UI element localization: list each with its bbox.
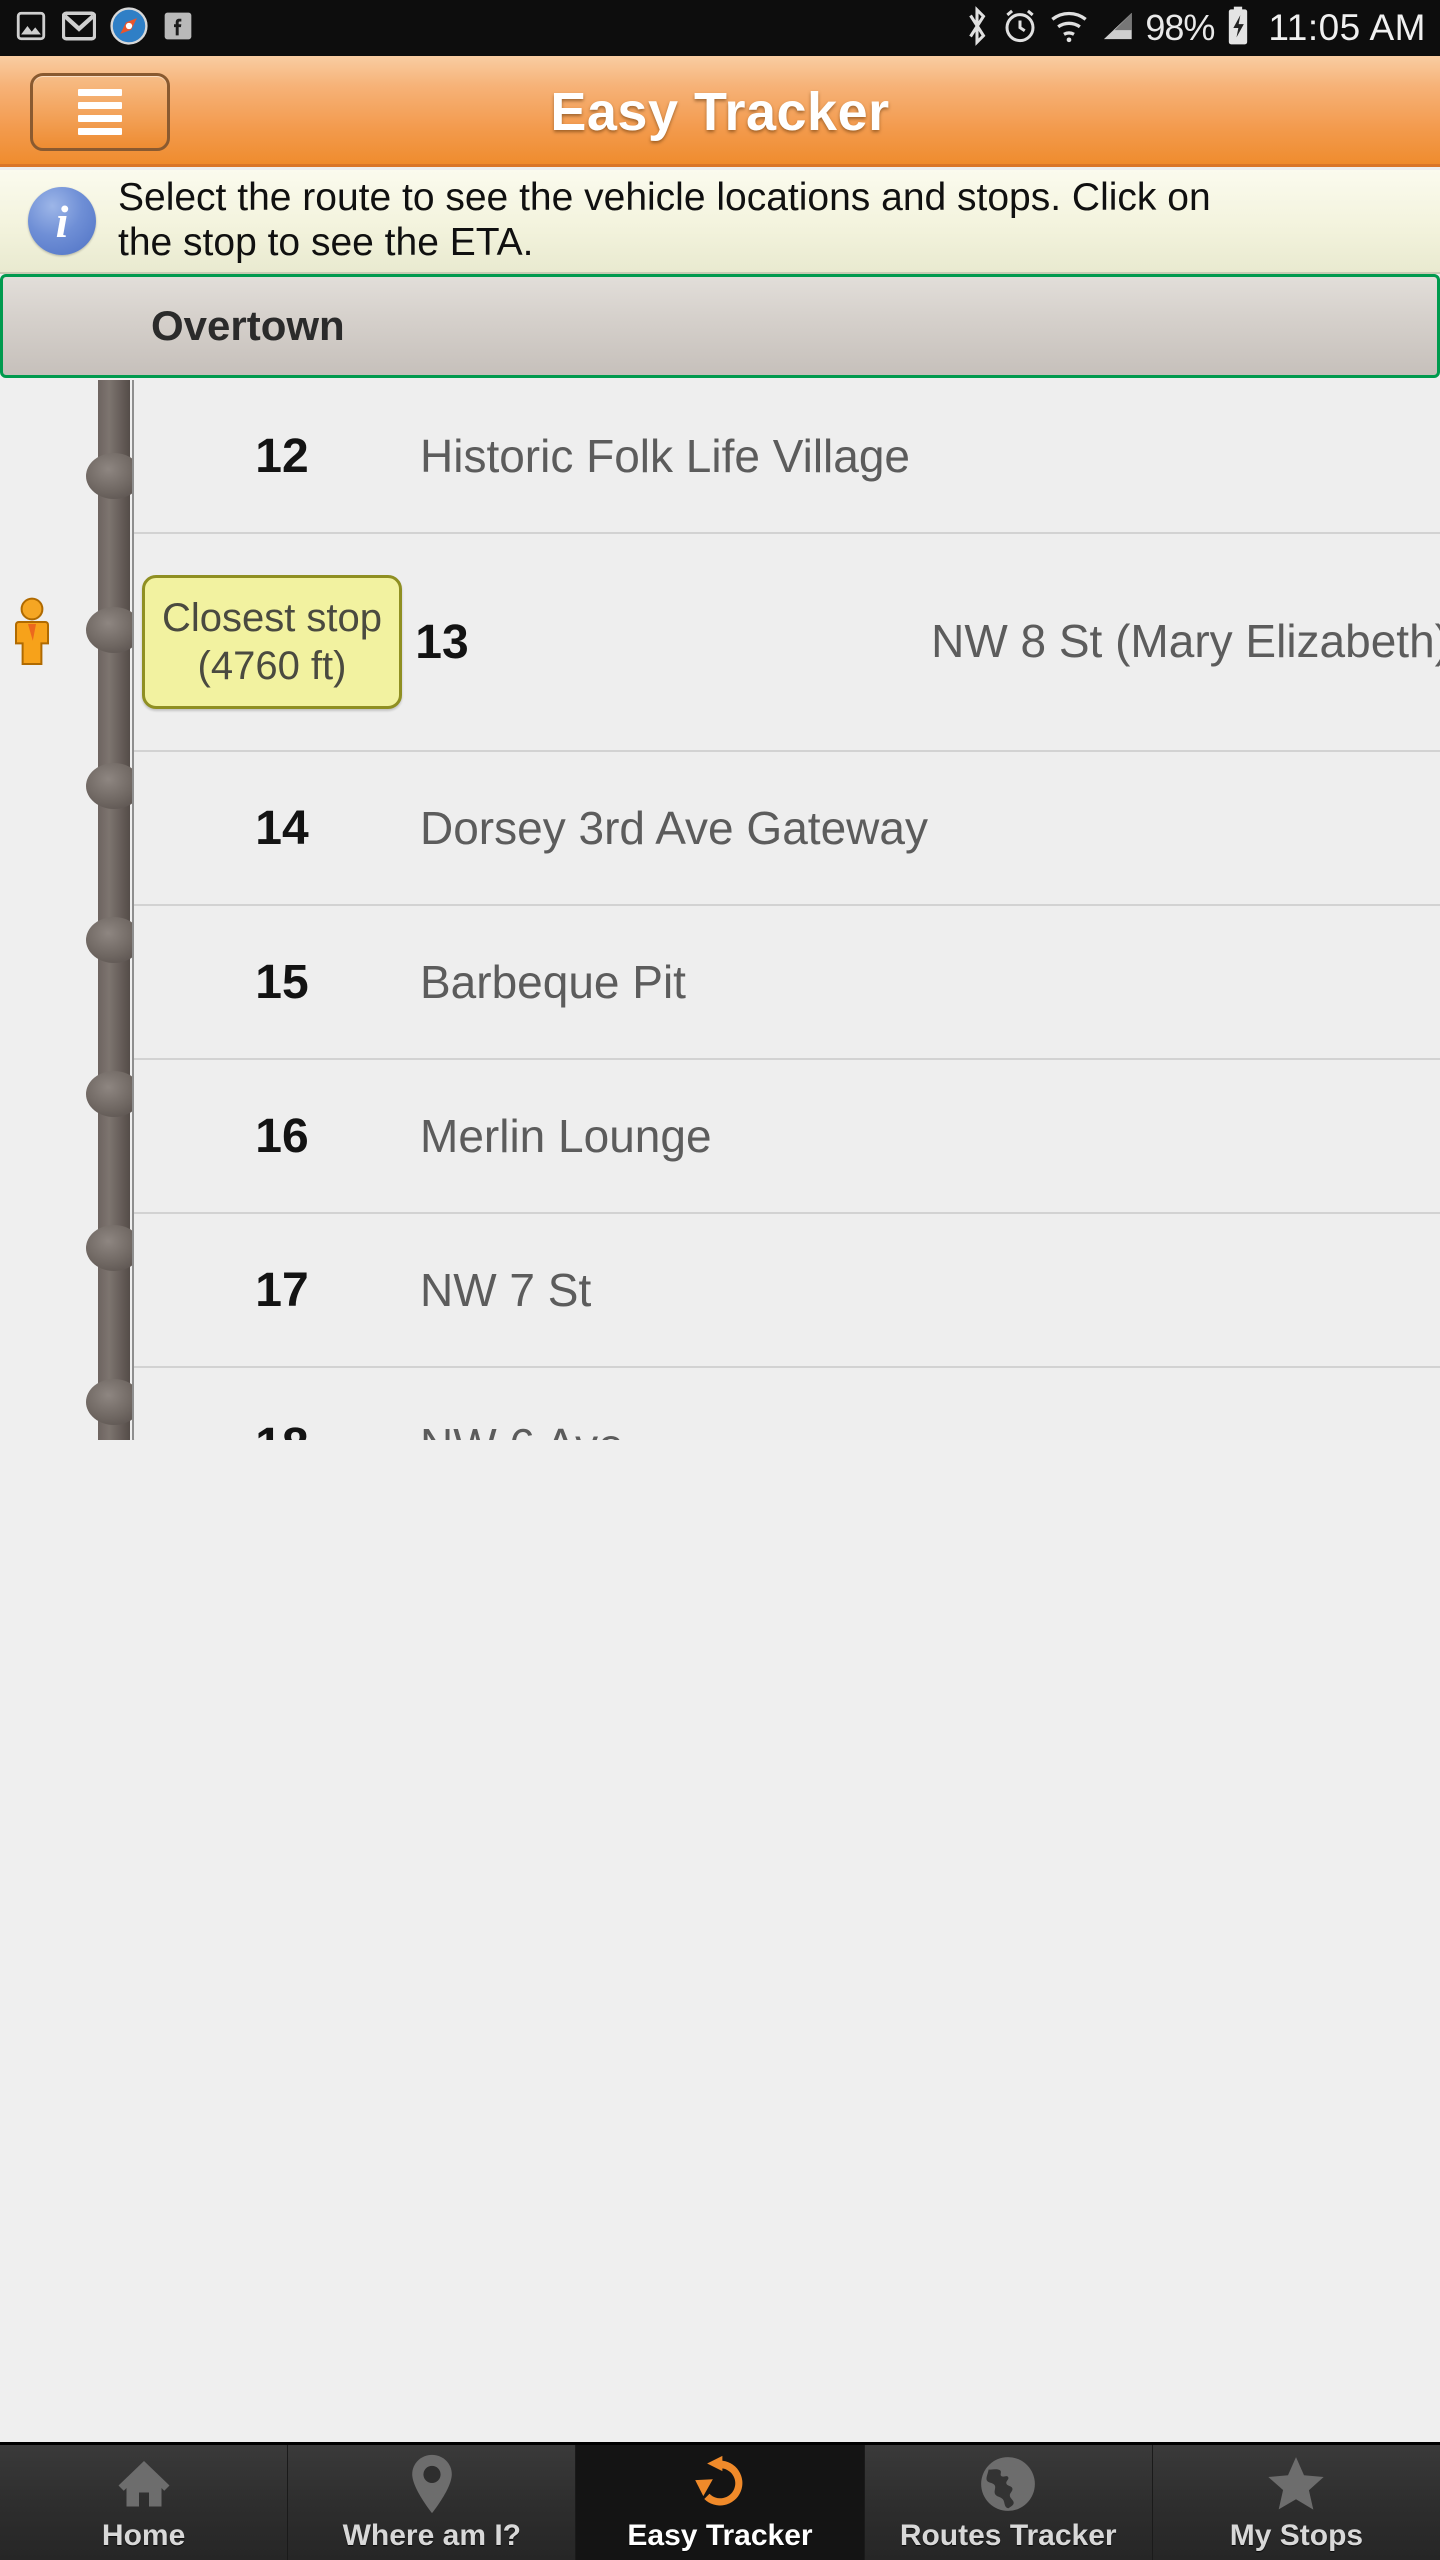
- tab-home[interactable]: Home: [0, 2445, 289, 2560]
- browser-icon: [110, 6, 148, 50]
- signal-icon: [1099, 9, 1135, 48]
- tab-label: Where am I?: [342, 2518, 521, 2552]
- selected-route-label: Overtown: [151, 302, 345, 349]
- tab-label: Home: [101, 2518, 186, 2552]
- stop-number: 14: [255, 801, 309, 855]
- gallery-icon: [14, 9, 48, 48]
- bottom-tab-bar: Home Where am I? Easy Tracker Routes Tra…: [0, 2442, 1440, 2560]
- stop-list-area[interactable]: 12 Historic Folk Life Village Closest st…: [0, 380, 1440, 1440]
- info-icon: i: [28, 187, 96, 255]
- stop-name: Barbeque Pit: [420, 955, 686, 1008]
- tab-where-am-i[interactable]: Where am I?: [288, 2445, 577, 2560]
- battery-charging-icon: [1224, 6, 1252, 51]
- stop-name: Dorsey 3rd Ave Gateway: [420, 801, 928, 854]
- table-row[interactable]: 16 Merlin Lounge: [134, 1060, 1440, 1214]
- alarm-icon: [1001, 7, 1039, 50]
- info-banner: i Select the route to see the vehicle lo…: [0, 170, 1440, 274]
- tab-routes-tracker[interactable]: Routes Tracker: [864, 2445, 1153, 2560]
- stop-number: 15: [255, 955, 309, 1009]
- stop-list-card: 12 Historic Folk Life Village Closest st…: [132, 380, 1440, 1440]
- status-bar-system-icons: 98% 11:05 AM: [963, 5, 1426, 52]
- facebook-icon: [162, 10, 194, 47]
- stop-name: NW 6 Ave: [420, 1418, 624, 1440]
- tab-easy-tracker[interactable]: Easy Tracker: [576, 2445, 865, 2560]
- stop-number: 16: [255, 1109, 309, 1163]
- status-bar-notification-icons: [14, 6, 194, 50]
- table-row[interactable]: 17 NW 7 St: [134, 1214, 1440, 1368]
- closest-stop-badge: Closest stop (4760 ft): [142, 575, 402, 709]
- table-row[interactable]: 12 Historic Folk Life Village: [134, 380, 1440, 534]
- route-polyline: [98, 380, 130, 1440]
- stop-name: NW 8 St (Mary Elizabeth): [931, 615, 1440, 668]
- map-pin-icon: [406, 2453, 458, 2515]
- gmail-icon: [61, 11, 97, 46]
- pegman-person-icon: [10, 596, 54, 668]
- table-row[interactable]: 15 Barbeque Pit: [134, 906, 1440, 1060]
- battery-percent-label: 98%: [1145, 7, 1215, 48]
- tab-label: Easy Tracker: [627, 2518, 813, 2552]
- closest-stop-badge-line1: Closest stop: [161, 596, 383, 640]
- route-selector[interactable]: Overtown: [0, 274, 1440, 378]
- closest-stop-badge-line2: (4760 ft): [197, 644, 347, 688]
- table-row[interactable]: 14 Dorsey 3rd Ave Gateway: [134, 752, 1440, 906]
- stop-name: Historic Folk Life Village: [420, 429, 911, 482]
- tab-label: Routes Tracker: [899, 2518, 1117, 2552]
- bluetooth-icon: [963, 5, 991, 52]
- stop-name: NW 7 St: [420, 1263, 592, 1316]
- stop-number: 17: [255, 1263, 309, 1317]
- clock-label: 11:05 AM: [1268, 7, 1426, 48]
- stop-number: 18: [222, 1418, 342, 1441]
- globe-icon: [977, 2453, 1039, 2515]
- stop-number: 12: [255, 429, 309, 483]
- stop-number: 13: [415, 615, 469, 669]
- info-banner-text: Select the route to see the vehicle loca…: [118, 176, 1211, 264]
- stop-name: Merlin Lounge: [420, 1109, 712, 1162]
- table-row-closest-stop[interactable]: Closest stop (4760 ft) 13 NW 8 St (Mary …: [134, 534, 1440, 752]
- home-icon: [113, 2453, 175, 2515]
- page-title: Easy Tracker: [550, 81, 890, 142]
- star-icon: [1263, 2453, 1329, 2515]
- table-row[interactable]: 18 NW 6 Ave: [134, 1368, 1440, 1441]
- refresh-rotate-icon: [687, 2453, 753, 2515]
- wifi-icon: [1049, 9, 1089, 48]
- action-bar: Easy Tracker: [0, 56, 1440, 167]
- status-bar: 98% 11:05 AM: [0, 0, 1440, 56]
- tab-my-stops[interactable]: My Stops: [1152, 2445, 1440, 2560]
- tab-label: My Stops: [1229, 2518, 1364, 2552]
